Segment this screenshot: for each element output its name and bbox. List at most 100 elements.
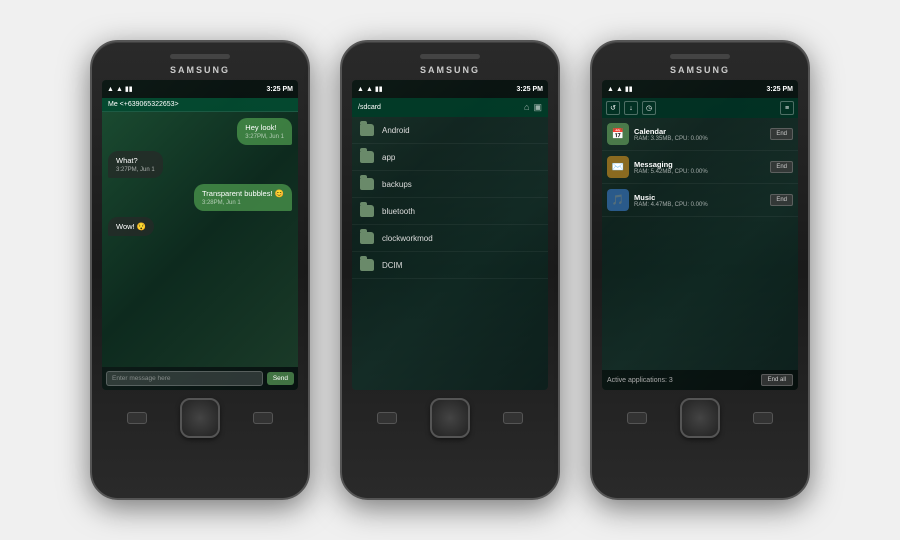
folder-icon [360,124,374,136]
phone-3-speaker [670,54,730,59]
file-name: DCIM [382,261,402,270]
task-manager-header: ↺ ↓ ◷ ≡ [602,98,798,118]
message-bubble-1: Hey look! 3:27PM, Jun 1 [237,118,292,145]
file-path: /sdcard [358,104,381,111]
file-name: app [382,153,395,162]
download-icon[interactable]: ↓ [624,101,638,115]
list-item[interactable]: Android [352,117,548,144]
list-item[interactable]: clockworkmod [352,225,548,252]
phone-3: SAMSUNG ▲ ▲ ▮▮ 3:25 PM ↺ ↓ ◷ ≡ [590,40,810,500]
phone-1: SAMSUNG ▲ ▲ ▮▮ 3:25 PM Me <+639065322653… [90,40,310,500]
bubble-time: 3:28PM, Jun 1 [202,200,284,206]
phone-2-brand: SAMSUNG [420,65,480,75]
wifi-icon: ▲ [607,86,614,93]
phone-1-time: 3:25 PM [267,86,293,93]
end-all-button[interactable]: End all [761,374,793,386]
contact-name: Me <+639065322653> [108,101,179,108]
phone-1-screen: ▲ ▲ ▮▮ 3:25 PM Me <+639065322653> Hey lo… [102,80,298,390]
phone-2-status-bar: ▲ ▲ ▮▮ 3:25 PM [352,80,548,98]
list-item[interactable]: bluetooth [352,198,548,225]
end-button-messaging[interactable]: End [770,161,793,173]
active-apps-label: Active applications: 3 [607,377,673,384]
phone-3-brand: SAMSUNG [670,65,730,75]
task-item-calendar: 📅 Calendar RAM: 3.35MB, CPU: 0.00% End [602,118,798,151]
wifi-icon: ▲ [116,86,123,93]
bubble-text: Transparent bubbles! 😊 [202,189,284,198]
file-name: clockworkmod [382,234,433,243]
battery-icon: ▮▮ [625,85,633,93]
music-app-icon: 🎵 [607,189,629,211]
list-item[interactable]: backups [352,171,548,198]
end-button-calendar[interactable]: End [770,128,793,140]
messaging-app-icon: ✉️ [607,156,629,178]
send-button[interactable]: Send [267,372,294,385]
folder-icon [360,259,374,271]
message-input-area: Enter message here Send [102,367,298,390]
history-icon[interactable]: ↺ [606,101,620,115]
phone-3-nav [600,398,800,438]
file-list: Android app backups bluetooth clockworkm… [352,117,548,390]
folder-icon [360,205,374,217]
phone-1-status-bar: ▲ ▲ ▮▮ 3:25 PM [102,80,298,98]
app-name: Messaging [634,160,765,169]
task-list: 📅 Calendar RAM: 3.35MB, CPU: 0.00% End ✉… [602,118,798,370]
message-body: Hey look! 3:27PM, Jun 1 What? 3:27PM, Ju… [102,112,298,367]
file-name: bluetooth [382,207,415,216]
app-name: Music [634,193,765,202]
home-button[interactable] [180,398,220,438]
app-ram: RAM: 3.35MB, CPU: 0.00% [634,136,765,142]
list-item[interactable]: app [352,144,548,171]
menu-button[interactable] [127,412,147,424]
phone-2-time: 3:25 PM [517,86,543,93]
app-ram: RAM: 4.47MB, CPU: 0.00% [634,202,765,208]
bubble-text: What? [116,156,155,165]
home-button[interactable] [680,398,720,438]
task-header-icons: ↺ ↓ ◷ [606,101,656,115]
input-placeholder: Enter message here [112,375,171,382]
file-header-icons: ⌂ ▣ [524,102,542,113]
back-button[interactable] [753,412,773,424]
folder-icon [360,178,374,190]
sd-icon[interactable]: ▣ [533,102,542,113]
back-button[interactable] [503,412,523,424]
phone-1-signal-icons: ▲ ▲ ▮▮ [107,85,133,93]
phone-1-nav [100,398,300,438]
clock-icon[interactable]: ◷ [642,101,656,115]
messaging-header: Me <+639065322653> [102,98,298,112]
phone-2-screen: ▲ ▲ ▮▮ 3:25 PM /sdcard ⌂ ▣ Android [352,80,548,390]
file-name: Android [382,126,410,135]
home-button[interactable] [430,398,470,438]
bubble-time: 3:27PM, Jun 1 [116,167,155,173]
task-info: Music RAM: 4.47MB, CPU: 0.00% [634,193,765,208]
phone-2-nav [350,398,550,438]
phone-3-signal-icons: ▲ ▲ ▮▮ [607,85,633,93]
wifi-icon: ▲ [357,86,364,93]
folder-icon [360,232,374,244]
file-name: backups [382,180,412,189]
phone-3-screen: ▲ ▲ ▮▮ 3:25 PM ↺ ↓ ◷ ≡ 📅 Calendar [602,80,798,390]
phone-2-signal-icons: ▲ ▲ ▮▮ [357,85,383,93]
back-button[interactable] [253,412,273,424]
home-icon[interactable]: ⌂ [524,102,529,113]
bubble-text: Hey look! [245,123,284,132]
file-manager-header: /sdcard ⌂ ▣ [352,98,548,117]
signal-icon: ▲ [616,86,623,93]
task-info: Calendar RAM: 3.35MB, CPU: 0.00% [634,127,765,142]
app-ram: RAM: 5.42MB, CPU: 0.00% [634,169,765,175]
menu-icon[interactable]: ≡ [780,101,794,115]
folder-icon [360,151,374,163]
end-button-music[interactable]: End [770,194,793,206]
signal-icon: ▲ [366,86,373,93]
calendar-app-icon: 📅 [607,123,629,145]
message-bubble-2: What? 3:27PM, Jun 1 [108,151,163,178]
task-info: Messaging RAM: 5.42MB, CPU: 0.00% [634,160,765,175]
menu-button[interactable] [627,412,647,424]
list-item[interactable]: DCIM [352,252,548,279]
message-input[interactable]: Enter message here [106,371,263,386]
menu-button[interactable] [377,412,397,424]
app-name: Calendar [634,127,765,136]
message-bubble-4: Wow! 😯 [108,217,154,236]
bubble-text: Wow! 😯 [116,222,146,231]
battery-icon: ▮▮ [375,85,383,93]
phone-1-speaker [170,54,230,59]
